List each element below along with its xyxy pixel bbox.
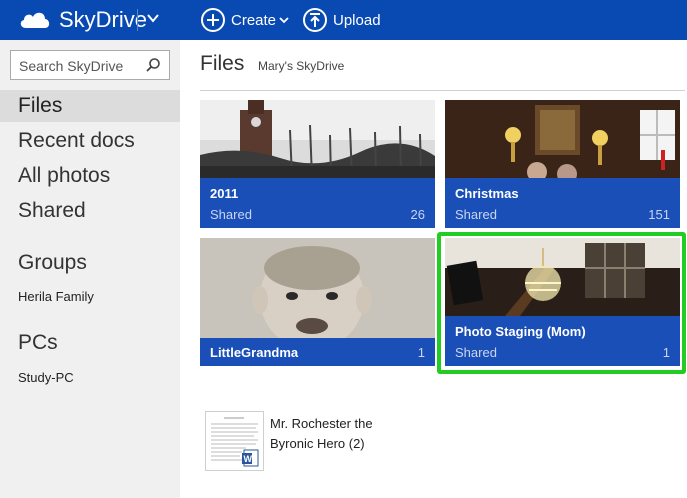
create-label: Create [231, 11, 277, 29]
chevron-down-icon[interactable] [146, 11, 160, 25]
folder-count: 151 [648, 207, 670, 222]
sidebar: Search SkyDrive Files Recent docs All ph… [0, 40, 180, 498]
groups-header[interactable]: Groups [0, 248, 180, 278]
folder-photo [200, 100, 435, 178]
divider [137, 9, 138, 31]
sidebar-item-shared[interactable]: Shared [0, 196, 180, 226]
document-name[interactable]: Mr. Rochester the Byronic Hero (2) [270, 414, 410, 454]
create-button[interactable]: Create [201, 7, 289, 33]
folder-count: 1 [417, 345, 425, 360]
cloud-icon [20, 12, 50, 28]
upload-label: Upload [333, 11, 381, 29]
pcs-header[interactable]: PCs [0, 328, 180, 358]
folder-photo [445, 238, 680, 316]
upload-arrow-icon [303, 8, 327, 32]
svg-text:W: W [244, 454, 253, 464]
search-input[interactable]: Search SkyDrive [19, 58, 123, 74]
folder-status: Shared [210, 207, 252, 222]
folder-name: 2011 [210, 186, 239, 201]
app-name: SkyDrive [59, 7, 148, 32]
folder-name: Photo Staging (Mom) [455, 324, 586, 339]
search-icon[interactable] [145, 57, 161, 73]
top-bar: SkyDrive Create Upload [0, 0, 687, 40]
search-box[interactable]: Search SkyDrive [10, 50, 170, 80]
folder-status: Shared [455, 207, 497, 222]
folder-tile-christmas[interactable]: Christmas Shared 151 [445, 100, 680, 228]
folder-status: Shared [455, 345, 497, 360]
pc-item-study-pc[interactable]: Study-PC [18, 370, 74, 385]
divider [200, 90, 685, 91]
folder-count: 1 [662, 345, 670, 360]
sidebar-item-recent-docs[interactable]: Recent docs [0, 126, 180, 156]
upload-button[interactable]: Upload [303, 7, 381, 33]
sidebar-item-files[interactable]: Files [0, 90, 180, 122]
document-thumbnail[interactable]: W [205, 411, 264, 471]
folder-tile-2011[interactable]: 2011 Shared 26 [200, 100, 435, 228]
plus-icon [201, 8, 225, 32]
folder-photo [445, 100, 680, 178]
folder-count: 26 [410, 207, 425, 222]
group-item-herila-family[interactable]: Herila Family [18, 289, 94, 304]
chevron-down-icon [279, 17, 289, 24]
skydrive-logo[interactable]: SkyDrive [18, 8, 147, 32]
folder-photo [200, 238, 435, 338]
sidebar-item-all-photos[interactable]: All photos [0, 161, 180, 191]
page-title: Files [200, 52, 245, 75]
breadcrumb[interactable]: Mary's SkyDrive [258, 59, 344, 73]
folder-tile-littlegrandma[interactable]: LittleGrandma 1 [200, 238, 435, 366]
folder-name: LittleGrandma [210, 345, 299, 360]
folder-tile-photo-staging-mom[interactable]: Photo Staging (Mom) Shared 1 [445, 238, 680, 366]
folder-name: Christmas [455, 186, 519, 201]
